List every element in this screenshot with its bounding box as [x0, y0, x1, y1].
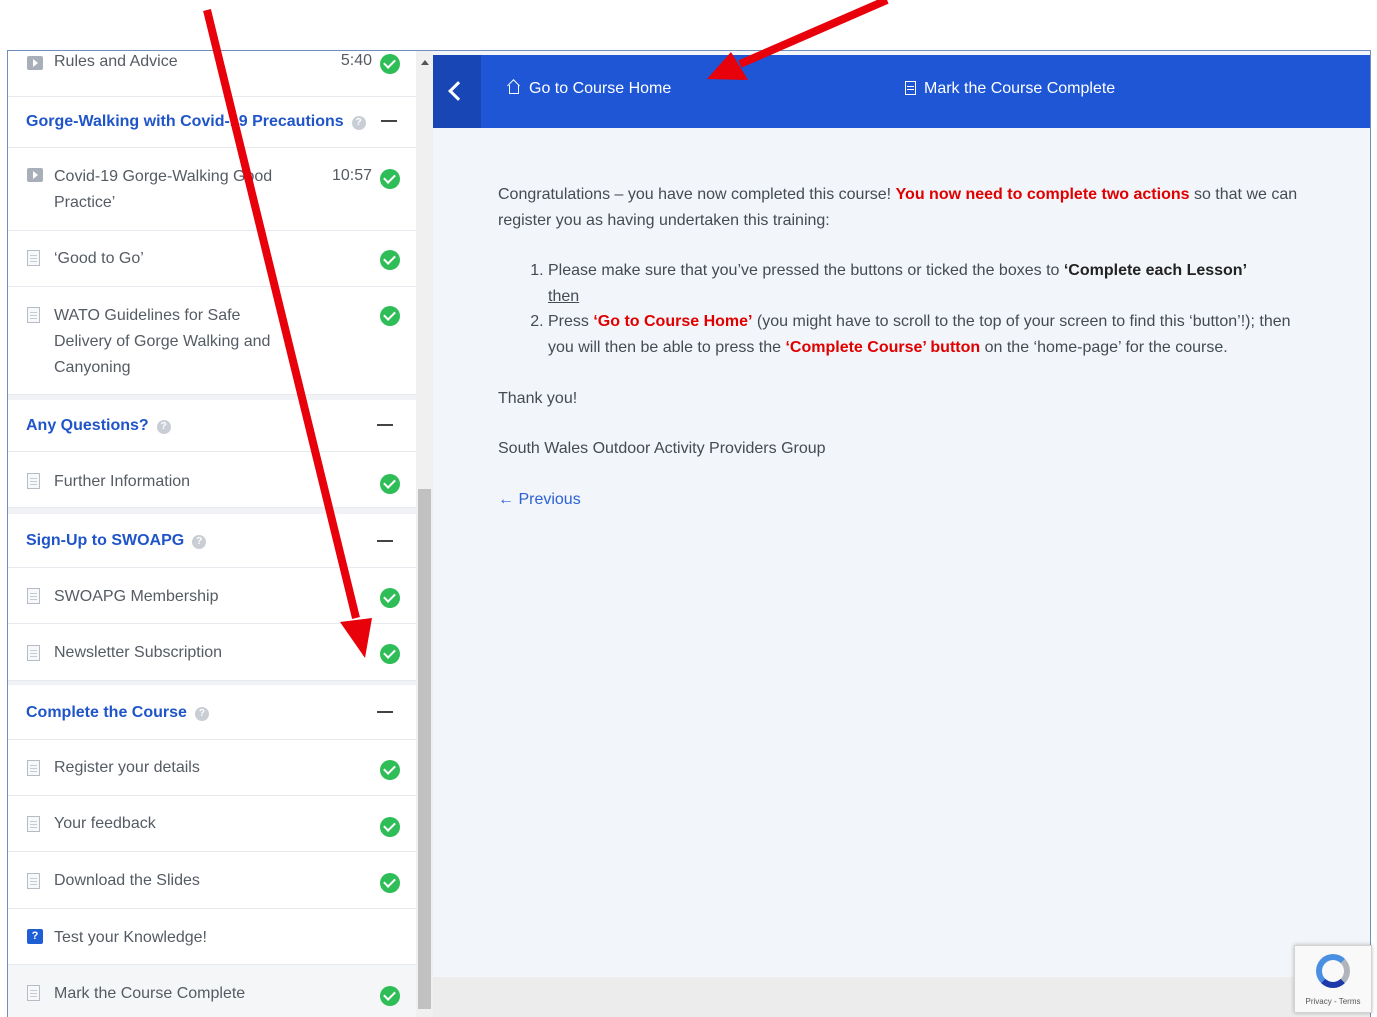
arrow-to-course-home [738, 0, 889, 68]
arrow-to-newsletter [203, 9, 360, 619]
arrow-head-icon [340, 618, 372, 658]
annotation-arrows [203, 0, 889, 658]
